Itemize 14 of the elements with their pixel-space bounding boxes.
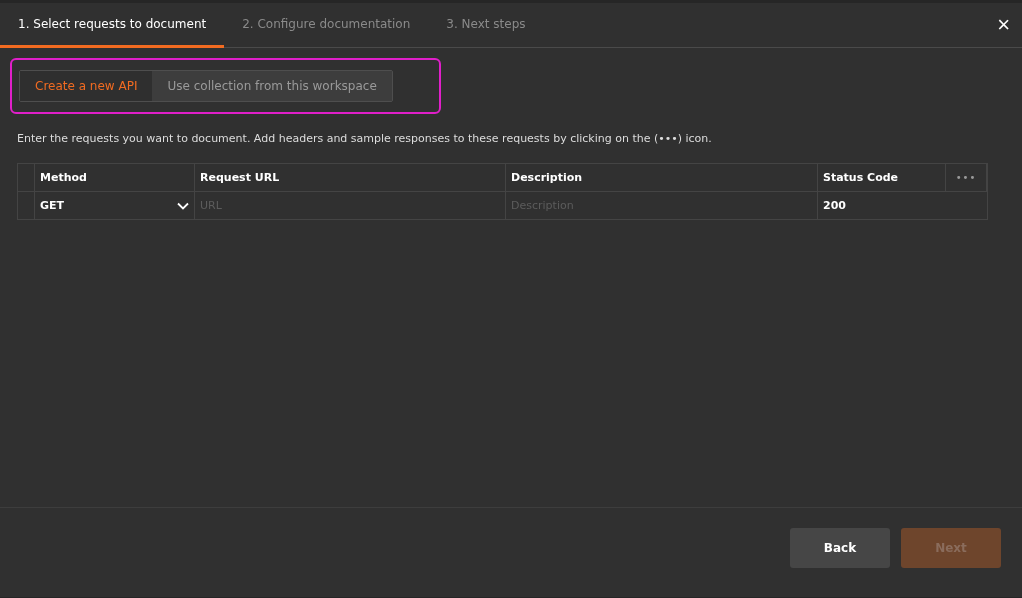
- column-header: Description: [506, 164, 818, 192]
- chevron-down-icon: [177, 201, 189, 210]
- column-header: Method: [35, 164, 195, 192]
- status-code-field[interactable]: 200: [818, 192, 987, 220]
- step-tab[interactable]: 2. Configure documentation: [224, 3, 429, 48]
- wizard-button[interactable]: Back: [790, 528, 890, 568]
- instruction-text: Enter the requests you want to document. Add headers and sample responses to these requests by clicking on the (•••) icon.: [17, 132, 713, 145]
- column-header: Request URL: [195, 164, 506, 192]
- segment-option[interactable]: Create a new API: [20, 71, 153, 101]
- step-tab[interactable]: 3. Next steps: [428, 3, 544, 48]
- column-header: Status Code: [818, 164, 946, 192]
- step-tab[interactable]: 1. Select requests to document: [0, 3, 225, 48]
- method-dropdown[interactable]: GET: [35, 192, 195, 220]
- more-menu[interactable]: •••: [946, 164, 987, 192]
